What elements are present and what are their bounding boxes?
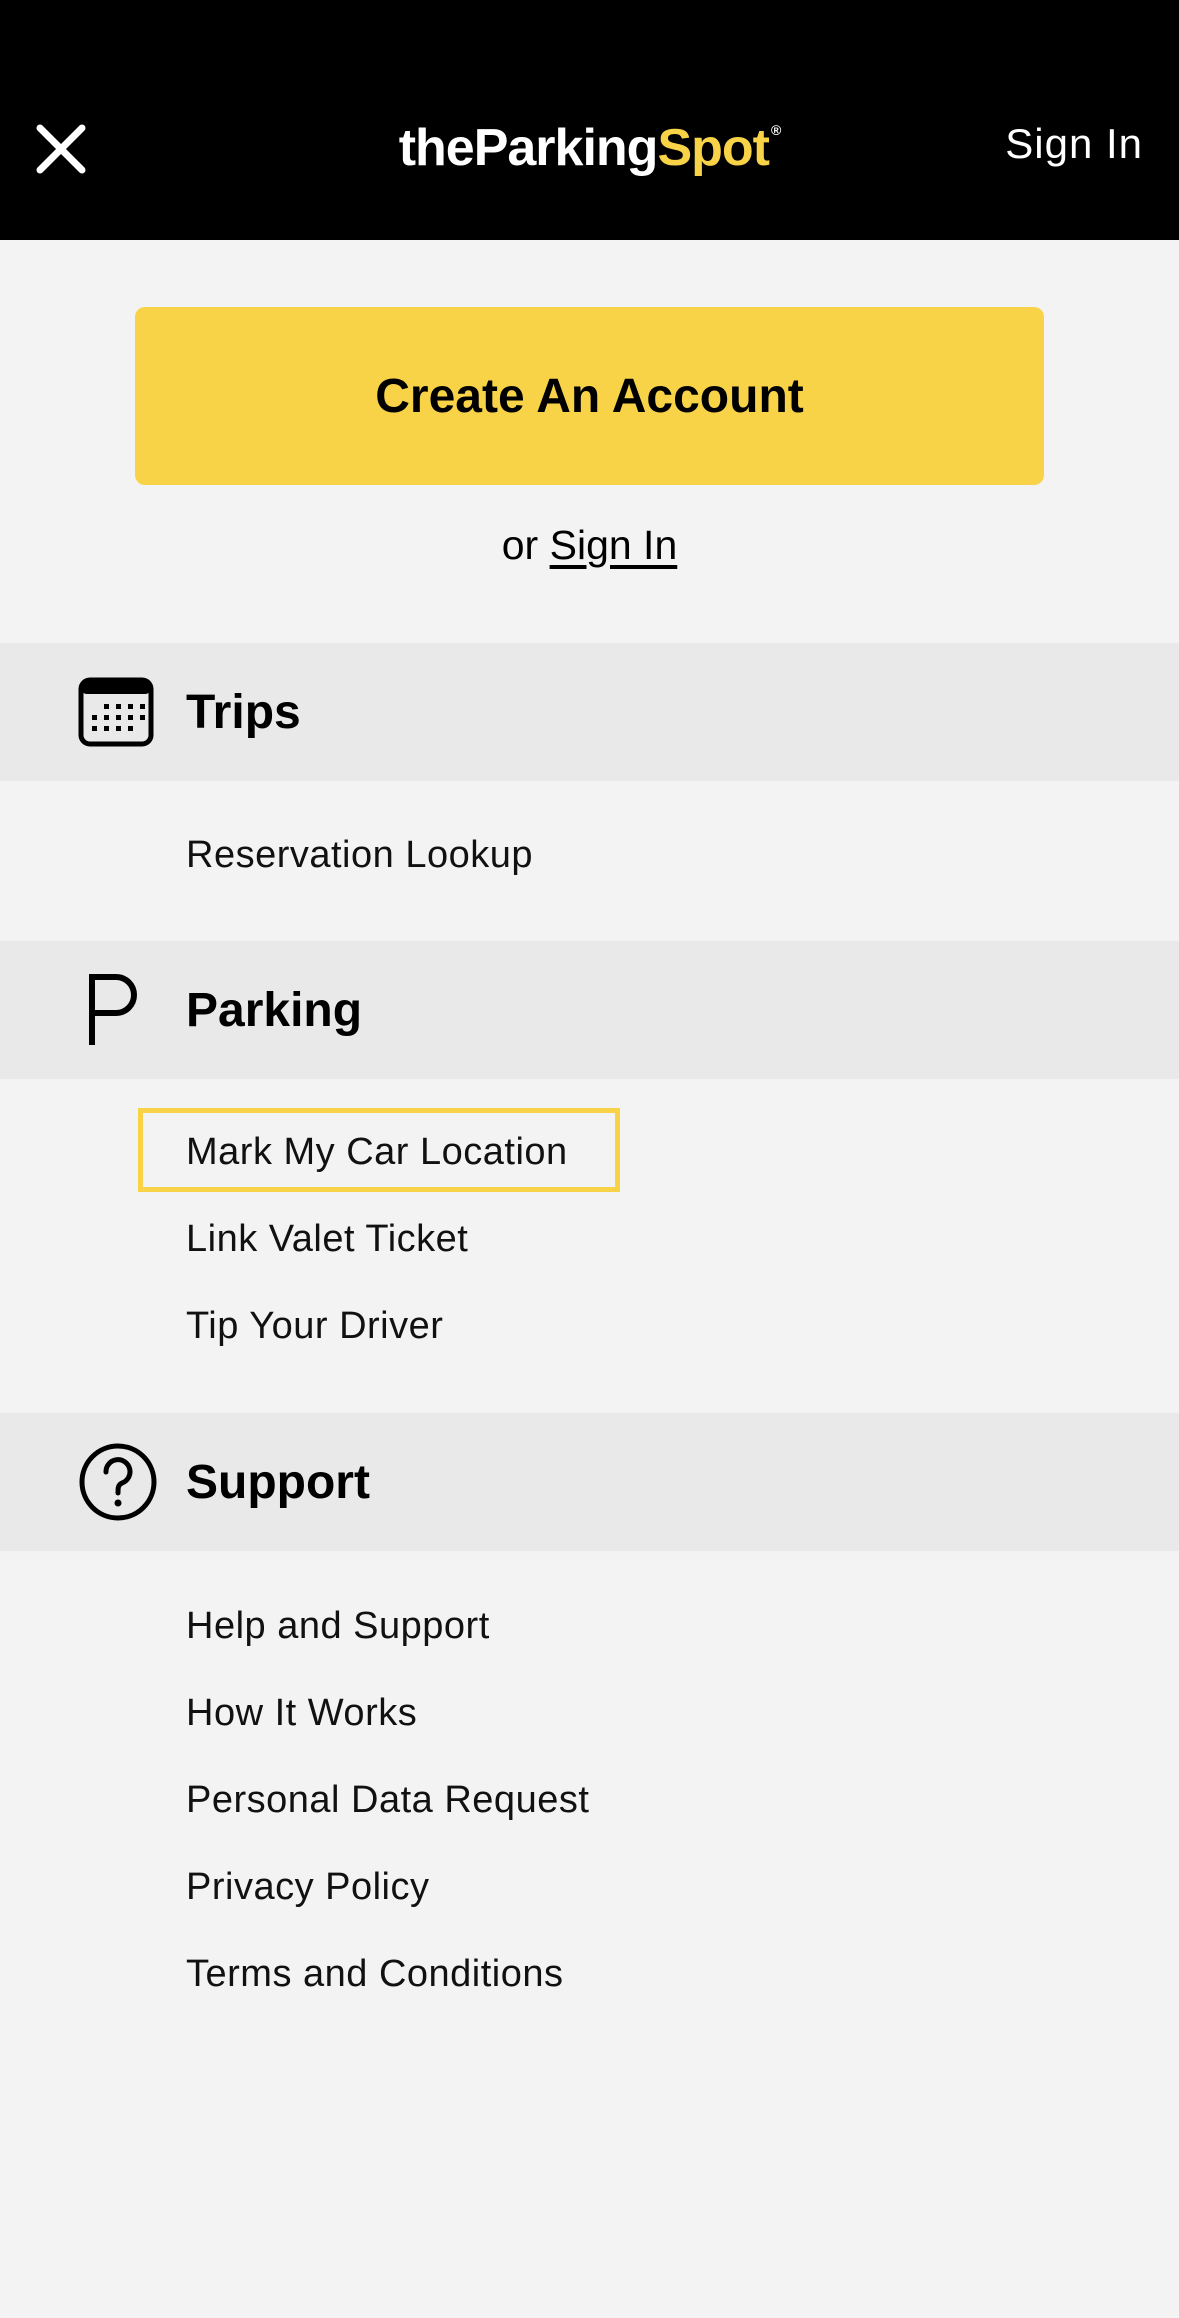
- top-nav-bar: theParkingSpot ® Sign In: [0, 0, 1179, 240]
- or-text: or: [501, 522, 539, 568]
- parking-icon: [89, 974, 137, 1045]
- menu-item-reservation-lookup[interactable]: Reservation Lookup: [186, 834, 533, 877]
- create-account-button[interactable]: Create An Account: [135, 307, 1044, 485]
- section-header-support[interactable]: Support: [0, 1413, 1179, 1551]
- sign-in-link[interactable]: Sign In: [550, 522, 678, 568]
- menu-item-personal-data-request[interactable]: Personal Data Request: [186, 1779, 589, 1822]
- menu-item-tip-driver[interactable]: Tip Your Driver: [186, 1305, 443, 1348]
- brand-logo: theParkingSpot ®: [398, 119, 782, 177]
- menu-item-terms-conditions[interactable]: Terms and Conditions: [186, 1953, 564, 1996]
- section-header-trips[interactable]: Trips: [0, 643, 1179, 781]
- section-title-support: Support: [186, 1456, 370, 1509]
- menu-item-link-valet-ticket[interactable]: Link Valet Ticket: [186, 1218, 468, 1261]
- menu-item-how-it-works[interactable]: How It Works: [186, 1692, 417, 1735]
- calendar-icon: [78, 677, 154, 747]
- account-cta-area: Create An Account or Sign In: [0, 240, 1179, 643]
- help-circle-icon: [79, 1443, 157, 1521]
- header-sign-in-link[interactable]: Sign In: [1005, 120, 1143, 168]
- menu-item-mark-car-location[interactable]: Mark My Car Location: [186, 1131, 568, 1174]
- menu-item-help-support[interactable]: Help and Support: [186, 1605, 490, 1648]
- or-sign-in-line: or Sign In: [0, 522, 1179, 569]
- section-title-parking: Parking: [186, 984, 363, 1037]
- section-header-parking[interactable]: Parking: [0, 941, 1179, 1079]
- section-title-trips: Trips: [186, 686, 301, 739]
- menu-item-privacy-policy[interactable]: Privacy Policy: [186, 1866, 430, 1909]
